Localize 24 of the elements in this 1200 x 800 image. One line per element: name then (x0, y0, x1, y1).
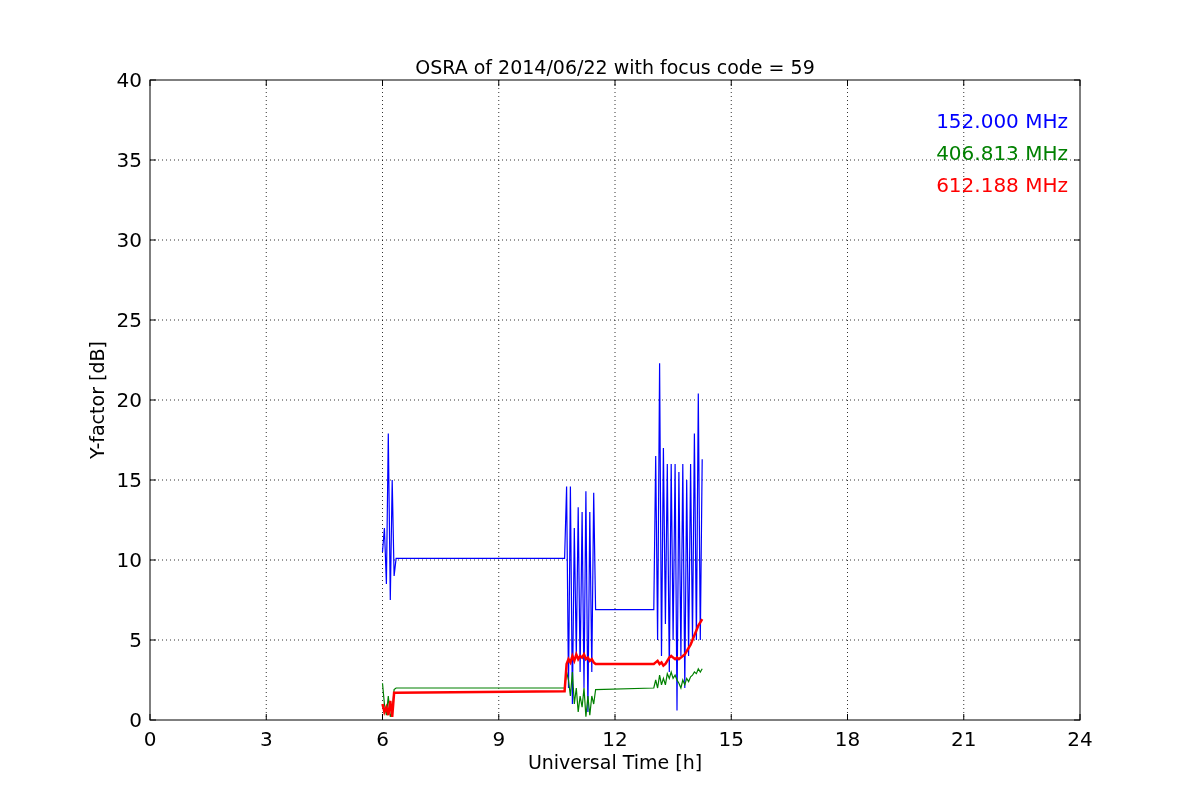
y-tick-label: 40 (116, 68, 142, 92)
chart-title: OSRA of 2014/06/22 with focus code = 59 (415, 56, 815, 78)
x-axis-label: Universal Time [h] (527, 751, 703, 773)
legend-label: 406.813 MHz (936, 141, 1068, 165)
y-tick-label: 5 (129, 628, 142, 652)
x-tick-label: 12 (602, 727, 628, 751)
x-tick-label: 24 (1067, 727, 1093, 751)
x-tick-label: 15 (718, 727, 744, 751)
y-tick-label: 30 (116, 228, 142, 252)
x-tick-label: 18 (834, 727, 861, 751)
x-tick-label: 21 (951, 727, 977, 751)
y-tick-label: 35 (116, 148, 142, 172)
y-tick-label: 0 (129, 708, 142, 732)
legend-label: 152.000 MHz (936, 109, 1068, 133)
y-axis-label: Y-factor [dB] (86, 341, 108, 459)
x-tick-label: 3 (259, 727, 273, 751)
y-tick-label: 25 (116, 308, 142, 332)
y-tick-label: 15 (116, 468, 142, 492)
x-tick-label: 6 (376, 727, 389, 751)
x-tick-label: 9 (492, 727, 506, 751)
legend-label: 612.188 MHz (936, 173, 1068, 197)
x-tick-label: 0 (143, 727, 157, 751)
y-tick-label: 10 (116, 548, 142, 572)
y-tick-label: 20 (116, 388, 142, 412)
